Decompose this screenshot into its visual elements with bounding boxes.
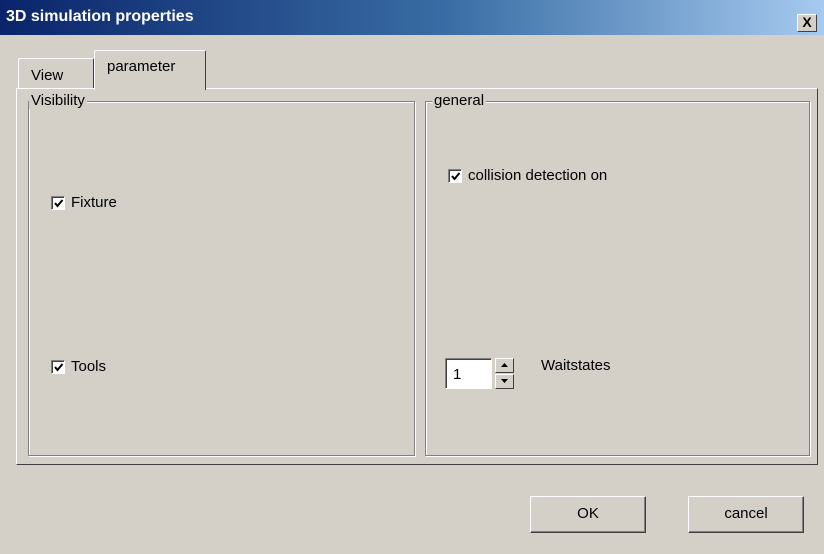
checkmark-icon: [54, 199, 64, 208]
fixture-label[interactable]: Fixture: [71, 194, 117, 211]
tools-checkbox[interactable]: [51, 360, 65, 374]
collision-detection-checkbox[interactable]: [448, 169, 462, 183]
tab-panel: [16, 88, 818, 465]
window-title: 3D simulation properties: [6, 8, 194, 25]
checkmark-icon: [54, 363, 64, 372]
tools-label[interactable]: Tools: [71, 358, 106, 375]
close-icon: X: [802, 14, 812, 30]
tab-parameter-label: parameter: [107, 58, 176, 75]
close-button[interactable]: X: [797, 14, 817, 32]
fixture-checkbox[interactable]: [51, 196, 65, 210]
visibility-legend: Visibility: [29, 92, 87, 109]
cancel-button[interactable]: cancel: [688, 496, 804, 533]
tab-view-label: View: [31, 67, 64, 84]
waitstates-input[interactable]: 1: [445, 358, 492, 389]
checkmark-icon: [451, 172, 461, 181]
general-legend: general: [432, 92, 487, 109]
ok-button[interactable]: OK: [530, 496, 646, 533]
collision-detection-label[interactable]: collision detection on: [468, 167, 607, 184]
waitstates-label: Waitstates: [541, 357, 611, 374]
spin-down-button[interactable]: [495, 374, 514, 389]
tab-view[interactable]: View: [18, 58, 94, 88]
spin-up-button[interactable]: [495, 358, 514, 373]
arrow-down-icon: [501, 379, 508, 383]
waitstates-value: 1: [453, 366, 462, 383]
title-bar[interactable]: 3D simulation properties X: [0, 0, 824, 35]
tab-parameter[interactable]: parameter: [94, 50, 206, 90]
arrow-up-icon: [501, 363, 508, 367]
